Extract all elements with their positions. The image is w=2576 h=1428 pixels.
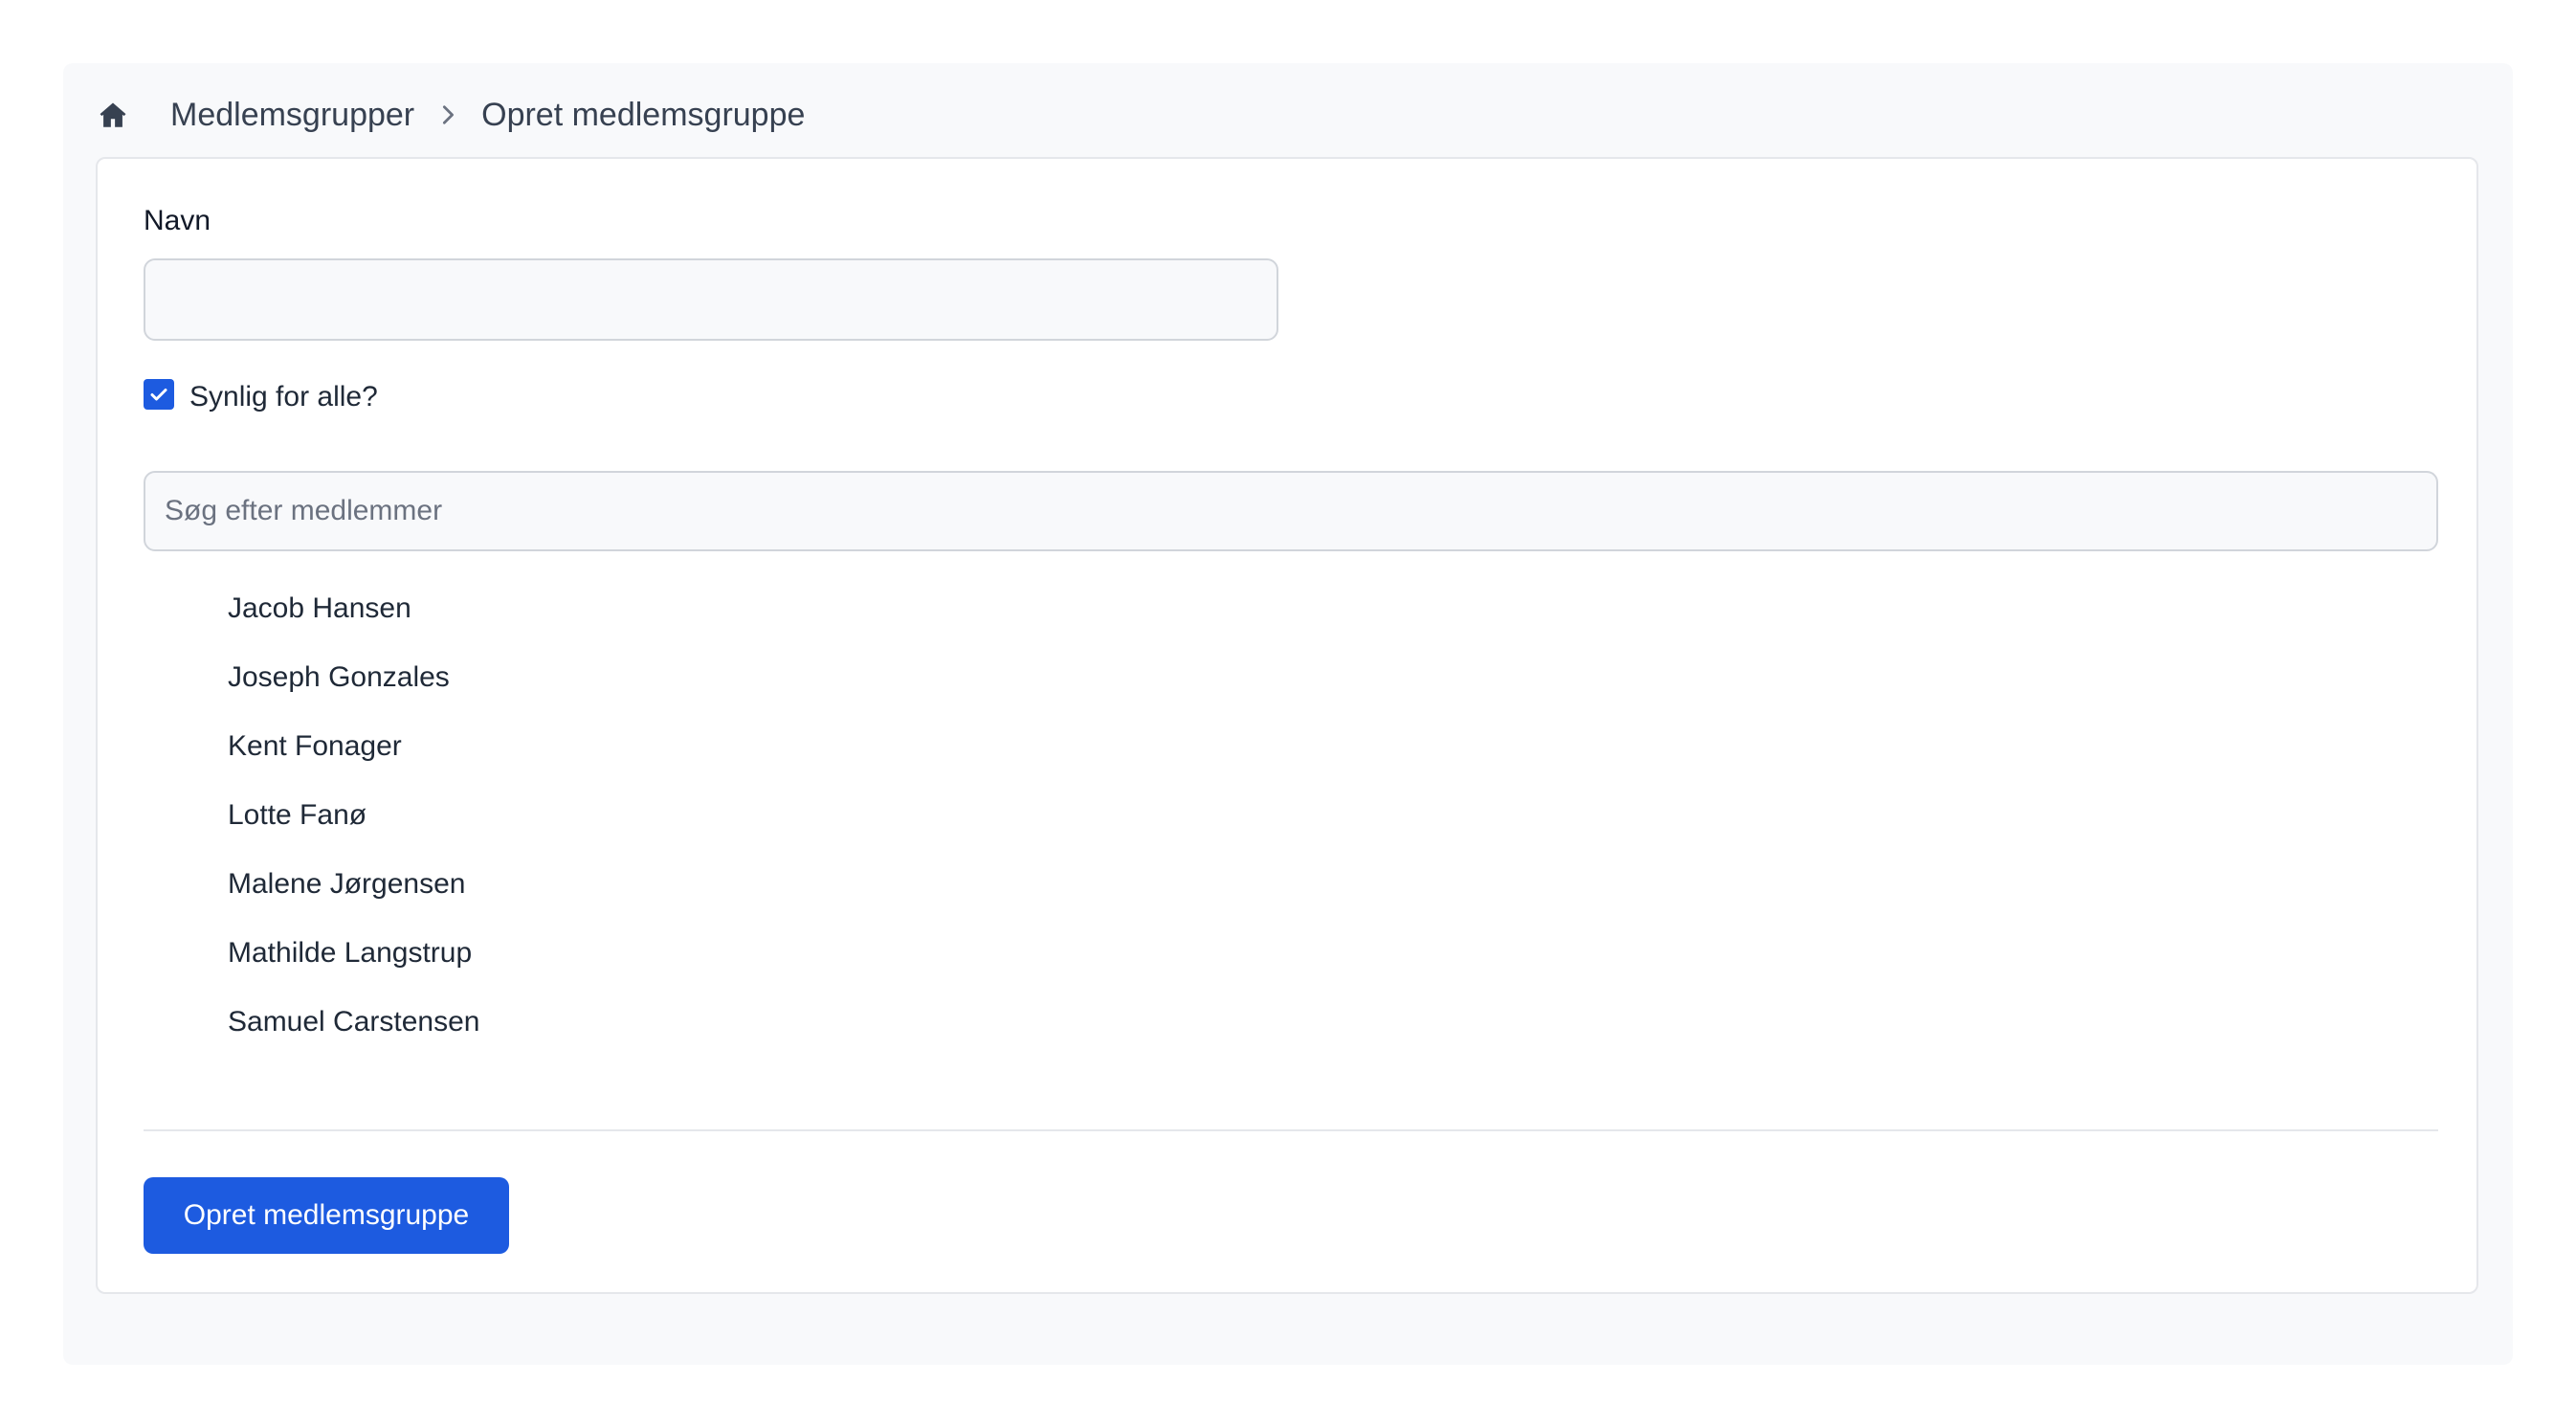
divider xyxy=(144,1129,2438,1131)
visible-for-all-label: Synlig for alle? xyxy=(189,381,378,413)
member-item-samuel-carstensen[interactable]: Samuel Carstensen xyxy=(228,988,479,1057)
name-label: Navn xyxy=(144,205,211,236)
member-search-input[interactable] xyxy=(144,471,2438,551)
breadcrumb-link-medlemsgrupper[interactable]: Medlemsgrupper xyxy=(170,97,414,134)
checkbox-checked-icon[interactable] xyxy=(144,379,174,410)
member-item-mathilde-langstrup[interactable]: Mathilde Langstrup xyxy=(228,919,479,988)
page-container: Medlemsgrupper Opret medlemsgruppe Navn … xyxy=(63,63,2513,1365)
home-icon[interactable] xyxy=(96,98,130,132)
visible-for-all-toggle[interactable]: Synlig for alle? xyxy=(144,377,378,412)
breadcrumb-current: Opret medlemsgruppe xyxy=(481,96,806,133)
breadcrumb: Medlemsgrupper Opret medlemsgruppe xyxy=(96,82,805,147)
member-item-kent-fonager[interactable]: Kent Fonager xyxy=(228,712,479,781)
member-item-joseph-gonzales[interactable]: Joseph Gonzales xyxy=(228,643,479,712)
create-member-group-button[interactable]: Opret medlemsgruppe xyxy=(144,1177,509,1254)
name-input[interactable] xyxy=(144,258,1278,341)
form-card: Navn Synlig for alle? Jacob Hansen Josep… xyxy=(96,157,2478,1294)
member-list: Jacob Hansen Joseph Gonzales Kent Fonage… xyxy=(228,574,479,1057)
member-item-jacob-hansen[interactable]: Jacob Hansen xyxy=(228,574,479,643)
chevron-right-icon xyxy=(430,97,466,133)
member-item-malene-jorgensen[interactable]: Malene Jørgensen xyxy=(228,850,479,919)
member-item-lotte-fano[interactable]: Lotte Fanø xyxy=(228,781,479,850)
